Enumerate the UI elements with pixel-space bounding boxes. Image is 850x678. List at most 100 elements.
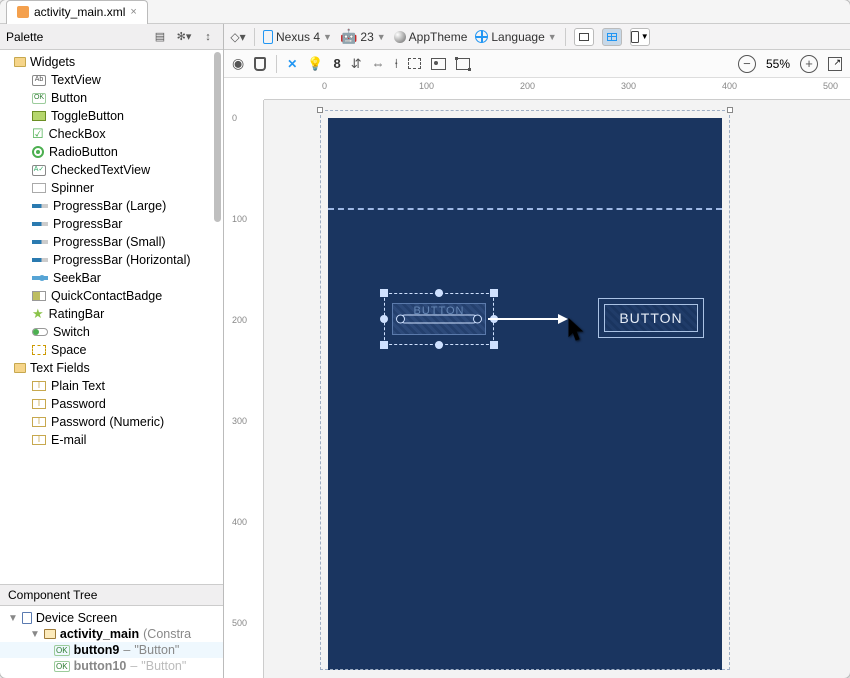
palette-item-plaintext[interactable]: IPlain Text (0, 377, 223, 395)
checkbox-icon: ☑ (32, 125, 44, 143)
button-icon: OK (54, 645, 70, 656)
infer-constraints-icon[interactable]: 💡 (307, 56, 323, 72)
gear-icon[interactable]: ✻▾ (175, 28, 193, 46)
constraint-handle[interactable] (380, 315, 388, 323)
pack-icon[interactable]: ⇵ (351, 56, 362, 72)
palette-item-label: RatingBar (49, 305, 105, 323)
button10-visual[interactable]: BUTTON (604, 304, 698, 332)
palette-item-checkedtextview[interactable]: A✓CheckedTextView (0, 161, 223, 179)
palette-group-widgets[interactable]: Widgets (0, 53, 223, 71)
palette-item-checkbox[interactable]: ☑ CheckBox (0, 125, 223, 143)
palette-layout-icon[interactable]: ▤ (151, 28, 169, 46)
palette-item-seekbar[interactable]: SeekBar (0, 269, 223, 287)
close-icon[interactable]: × (130, 6, 136, 18)
space-icon (32, 345, 46, 355)
palette-item-label: Spinner (51, 179, 94, 197)
ct-activity-main[interactable]: ▼ activity_main (Constra (0, 626, 223, 642)
editor-tab-strip: activity_main.xml × (0, 0, 850, 24)
palette-item-spinner[interactable]: Spinner (0, 179, 223, 197)
resize-handle[interactable] (490, 341, 498, 349)
palette-item-label: CheckBox (49, 125, 106, 143)
canvas-viewport[interactable]: BUTTON (264, 100, 850, 678)
ct-button9[interactable]: OK button9 – "Button" (0, 642, 223, 658)
palette-item-quickcontact[interactable]: QuickContactBadge (0, 287, 223, 305)
tree-twisty-icon[interactable]: ▼ (8, 613, 18, 624)
resize-handle[interactable] (380, 341, 388, 349)
theme-selector[interactable]: AppTheme (394, 30, 468, 44)
zoom-out-button[interactable]: − (738, 55, 756, 73)
clear-constraints-icon[interactable]: ✕ (287, 57, 297, 71)
ruler-tick: 400 (722, 81, 737, 91)
resize-handle[interactable] (490, 289, 498, 297)
eye-icon[interactable] (232, 55, 244, 72)
constraint-drag-arrow (488, 315, 568, 323)
ct-text: "Button" (141, 659, 186, 673)
viewmode-blueprint-button[interactable] (602, 28, 622, 46)
language-selector[interactable]: Language▼ (475, 30, 556, 44)
api-selector[interactable]: 🤖23▼ (340, 28, 386, 45)
device-frame[interactable]: BUTTON (320, 110, 730, 670)
widget-button10[interactable]: BUTTON (598, 298, 704, 338)
component-tree[interactable]: ▼ Device Screen ▼ activity_main (Constra… (0, 606, 223, 678)
palette-item-password[interactable]: IPassword (0, 395, 223, 413)
widget-button9-selected[interactable]: BUTTON (384, 293, 494, 345)
baseline-handle[interactable] (400, 315, 478, 324)
textfield-icon: I (32, 417, 46, 427)
viewmode-design-button[interactable] (574, 28, 594, 46)
palette-item-progresssmall[interactable]: ProgressBar (Small) (0, 233, 223, 251)
zoom-in-button[interactable]: + (800, 55, 818, 73)
palette-item-progress[interactable]: ProgressBar (0, 215, 223, 233)
palette-group-textfields[interactable]: Text Fields (0, 359, 223, 377)
orientation-button[interactable]: ▼ (630, 28, 650, 46)
default-margin-value[interactable]: 8 (333, 56, 340, 71)
ruler-tick: 100 (419, 81, 434, 91)
palette-item-passwordnumeric[interactable]: I Password (Numeric) (0, 413, 223, 431)
phone-icon (631, 31, 639, 43)
device-selector[interactable]: Nexus 4▼ (263, 30, 332, 44)
guideline-icon[interactable]: ⍿ (395, 56, 398, 72)
palette-item-button[interactable]: OKButton (0, 89, 223, 107)
resize-handle[interactable] (380, 289, 388, 297)
scrollbar-thumb[interactable] (214, 52, 221, 222)
align-icon[interactable]: ⇔ (372, 56, 385, 71)
palette-item-ratingbar[interactable]: ★RatingBar (0, 305, 223, 323)
ct-device-screen[interactable]: ▼ Device Screen (0, 610, 223, 626)
scroll-icon[interactable]: ↕ (199, 28, 217, 46)
editor-tab-activity-main[interactable]: activity_main.xml × (6, 0, 148, 24)
device-icon (22, 612, 32, 624)
component-icon[interactable] (456, 58, 470, 70)
ruler-tick: 0 (322, 81, 327, 91)
ruler-horizontal: 0 100 200 300 400 500 (264, 78, 850, 100)
tab-filename: activity_main.xml (34, 5, 125, 19)
palette-item-progresslarge[interactable]: ProgressBar (Large) (0, 197, 223, 215)
palette-item-label: ToggleButton (51, 107, 124, 125)
palette-group-label: Widgets (30, 53, 75, 71)
palette-item-togglebutton[interactable]: ToggleButton (0, 107, 223, 125)
api-label: 23 (360, 30, 373, 44)
separator (565, 28, 566, 46)
design-canvas[interactable]: 0 100 200 300 400 500 0 100 200 300 400 … (224, 78, 850, 678)
zoom-fit-button[interactable] (828, 57, 842, 71)
palette-item-label: Space (51, 341, 86, 359)
image-icon[interactable] (431, 58, 446, 70)
tree-twisty-icon[interactable]: ▼ (30, 629, 40, 640)
palette-item-label: Password (51, 395, 106, 413)
design-editor: ◇▾ Nexus 4▼ 🤖23▼ AppTheme Language▼ ▼ ✕ … (224, 24, 850, 678)
palette-item-radiobutton[interactable]: RadioButton (0, 143, 223, 161)
design-surface-icon[interactable]: ◇▾ (230, 29, 246, 45)
constraint-handle[interactable] (435, 341, 443, 349)
palette-item-textview[interactable]: AbTextView (0, 71, 223, 89)
constraint-handle[interactable] (435, 289, 443, 297)
ct-button10[interactable]: OK button10 – "Button" (0, 658, 223, 674)
palette-item-label: E-mail (51, 431, 86, 449)
palette-item-email[interactable]: IE-mail (0, 431, 223, 449)
palette-item-space[interactable]: Space (0, 341, 223, 359)
expand-icon[interactable] (408, 58, 421, 69)
ruler-tick: 300 (621, 81, 636, 91)
magnet-icon[interactable] (254, 57, 266, 71)
palette-item-label: Password (Numeric) (51, 413, 164, 431)
palette-tree[interactable]: Widgets AbTextView OKButton ToggleButton… (0, 50, 223, 584)
ct-label: Device Screen (36, 611, 117, 625)
palette-item-switch[interactable]: Switch (0, 323, 223, 341)
palette-item-progresshoriz[interactable]: ProgressBar (Horizontal) (0, 251, 223, 269)
